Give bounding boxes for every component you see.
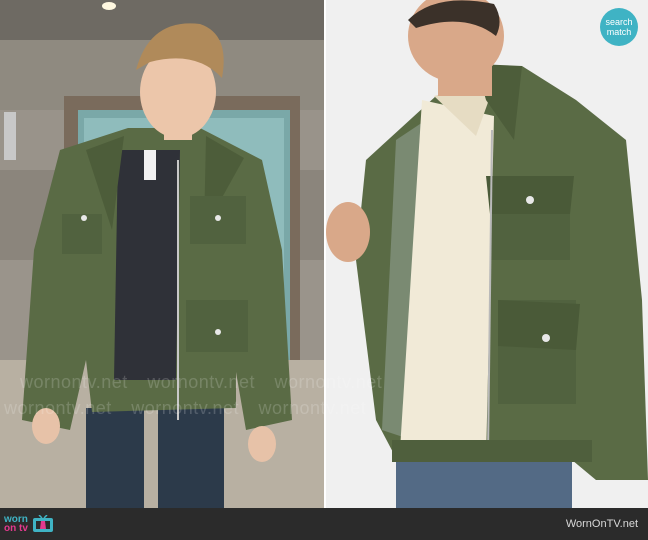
site-name[interactable]: WornOnTV.net [566, 518, 638, 530]
badge-line-2: match [606, 27, 632, 37]
search-match-badge: search match [600, 8, 638, 46]
photo-left-tv-still [0, 0, 324, 508]
tv-dress-icon [32, 514, 54, 533]
footer-bar: worn on tv WornOnTV.net [0, 508, 648, 540]
wornontv-logo[interactable]: worn on tv [4, 513, 54, 535]
photo-right-product-shot [326, 0, 648, 508]
badge-line-1: search [605, 17, 633, 27]
photo-right-illustration [326, 0, 648, 508]
photo-left-illustration [0, 0, 324, 508]
logo-ontv-text: on tv [4, 523, 28, 534]
